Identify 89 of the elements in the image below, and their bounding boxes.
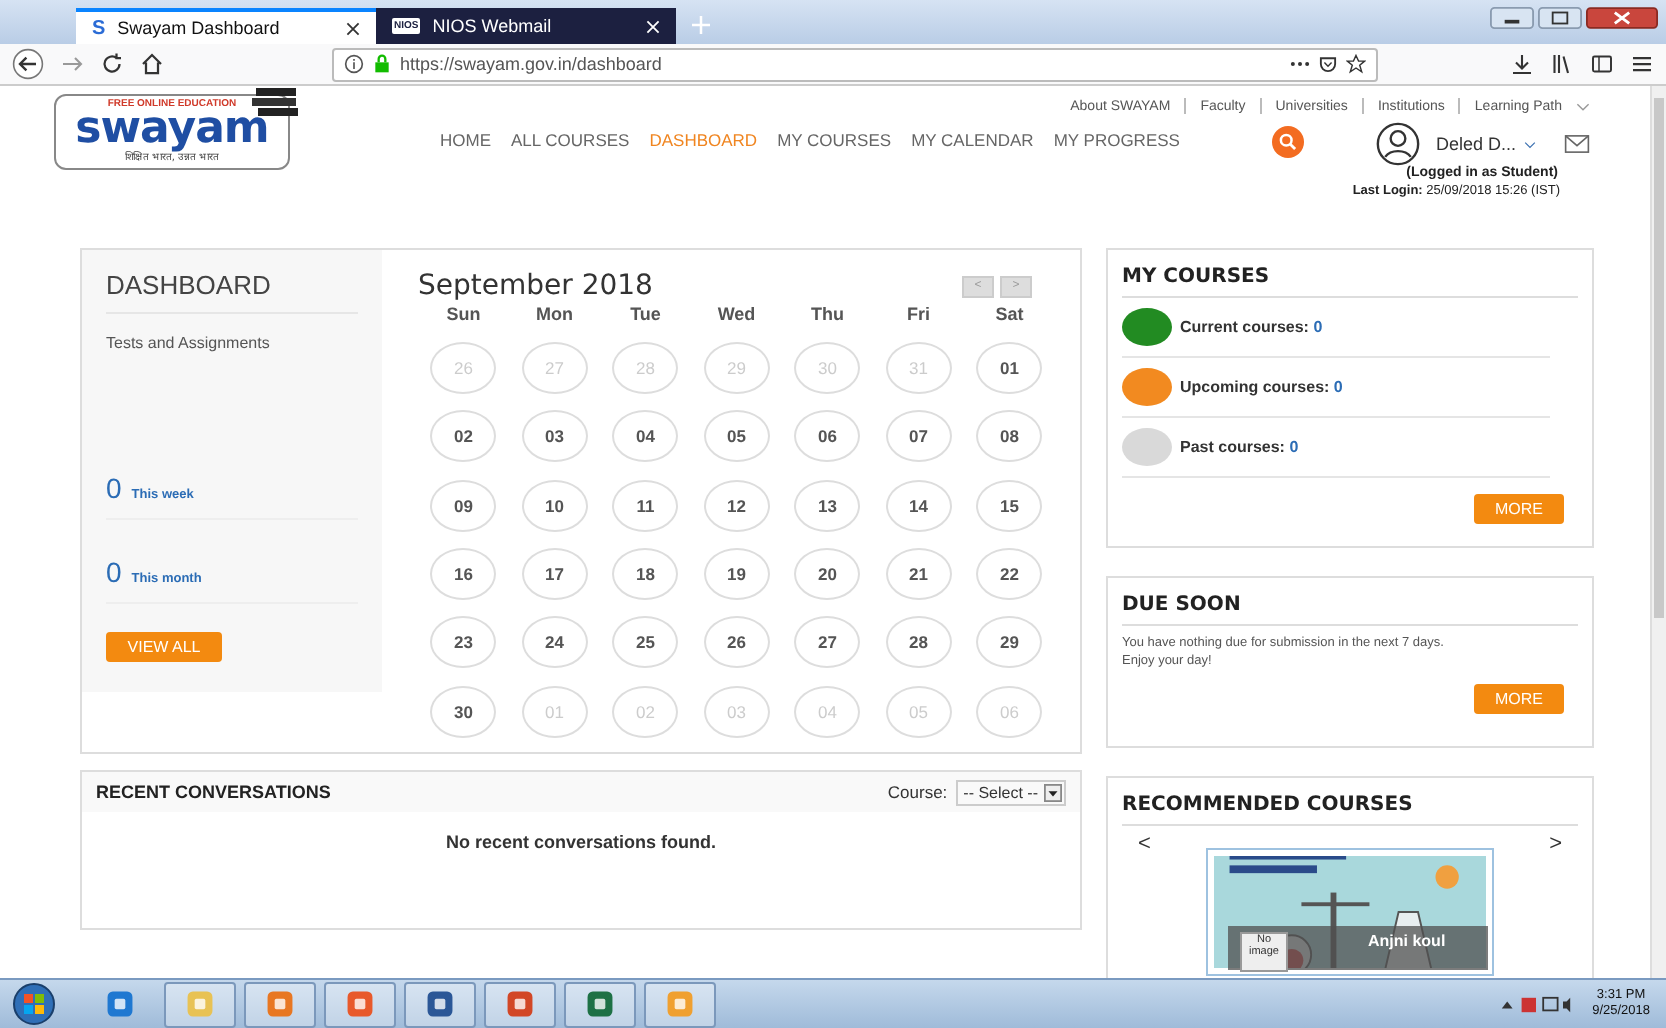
calendar-day[interactable]: 12 [703,479,770,532]
weekday-label: Sun [444,304,483,328]
home-icon[interactable] [140,52,164,76]
pocket-icon[interactable] [1318,54,1338,74]
calendar-day[interactable]: 02 [430,410,497,463]
site-icon: S [92,17,106,39]
scrollbar[interactable] [1650,86,1666,978]
sidebar-icon[interactable] [1590,52,1614,76]
calendar-day[interactable]: 11 [612,479,679,532]
calendar-day[interactable]: 08 [976,410,1043,463]
weekday-label: Tue [628,304,663,328]
library-icon[interactable] [1550,52,1574,76]
user-menu[interactable]: Deled D... [1435,134,1516,154]
star-icon[interactable] [1346,54,1366,74]
course-count: Past courses: 0 [1180,438,1299,456]
empty-message: No recent conversations found. [443,832,719,852]
info-icon[interactable] [344,54,364,74]
calendar-day[interactable]: 10 [521,479,588,532]
nav-link[interactable]: HOME [440,130,491,150]
minimize-icon[interactable] [1490,6,1534,30]
calendar-day[interactable]: 01 [976,342,1043,395]
calendar-day[interactable]: 25 [612,616,679,669]
forward-icon[interactable] [60,52,84,76]
lock-icon [372,54,392,74]
calendar-day[interactable]: 18 [612,548,679,601]
nav-link[interactable]: MY CALENDAR [911,130,1034,150]
calendar-day[interactable]: 27 [794,616,861,669]
panel-title: RECENT CONVERSATIONS [96,782,331,802]
calendar-day[interactable]: 17 [521,548,588,601]
course-count: Current courses: 0 [1180,318,1323,336]
calendar-day[interactable]: 09 [430,479,497,532]
course-count: Upcoming courses: 0 [1180,378,1343,396]
mail-icon[interactable] [1564,134,1590,154]
calendar-day[interactable]: 20 [794,548,861,601]
reload-icon[interactable] [100,52,124,76]
calendar-day[interactable]: 16 [430,548,497,601]
close-icon[interactable] [346,21,360,35]
calendar-day[interactable]: 23 [430,616,497,669]
panel-title: RECOMMENDED COURSES [1122,794,1578,826]
calendar-day[interactable]: 21 [885,548,952,601]
search-icon[interactable] [1271,126,1304,158]
address-bar[interactable]: https://swayam.gov.in/dashboard [332,47,1378,81]
course-select[interactable]: -- Select -- [955,779,1066,805]
tray-icons[interactable] [1500,995,1573,1013]
weekday-label: Mon [534,304,575,328]
weekday-label: Wed [715,304,758,328]
calendar-day[interactable]: 04 [612,410,679,463]
dashboard-title: DASHBOARD [106,270,358,314]
user-avatar-icon[interactable] [1375,122,1420,166]
calendar-day[interactable]: 22 [976,548,1043,601]
calendar-day[interactable]: 24 [521,616,588,669]
month-title: September 2018 [418,270,653,302]
calendar-day[interactable]: 13 [794,479,861,532]
panel-title: MY COURSES [1122,266,1578,298]
weekday-label: Thu [809,304,846,328]
course-label: Course: [887,782,948,802]
previous-button[interactable]: < [1138,832,1151,856]
nav-link[interactable]: ALL COURSES [511,130,630,150]
calendar-day[interactable]: 28 [885,616,952,669]
panel-title: DUE SOON [1122,594,1578,626]
start-button-icon[interactable] [12,982,56,1026]
calendar-day[interactable]: 15 [976,479,1043,532]
stat-count: 0 [106,556,122,588]
next-button[interactable]: > [1549,832,1562,856]
books-icon [252,86,300,118]
calendar-day[interactable]: 06 [794,410,861,463]
calendar-day[interactable]: 19 [703,548,770,601]
nav-link[interactable]: MY PROGRESS [1053,130,1180,150]
calendar-day[interactable]: 30 [430,685,497,738]
maximize-icon[interactable] [1538,6,1582,30]
caret-icon[interactable] [1524,139,1536,149]
calendar-day[interactable]: 03 [521,410,588,463]
instructor-name: Anjni koul [1368,932,1446,950]
browser-tab[interactable]: S Swayam Dashboard [76,8,376,44]
section-label: Tests and Assignments [106,334,272,352]
calendar-day[interactable]: 05 [703,410,770,463]
stat-count: 0 [106,472,122,504]
download-icon[interactable] [1510,52,1534,76]
calendar-day[interactable]: 29 [976,616,1043,669]
nav-link[interactable]: MY COURSES [777,130,892,150]
calendar-day[interactable]: 07 [885,410,952,463]
calendar-day[interactable]: 14 [885,479,952,532]
weekday-label: Fri [904,304,932,328]
chevron-down-icon[interactable] [1576,101,1590,111]
menu-icon[interactable] [1630,52,1654,76]
back-icon[interactable] [12,48,44,80]
close-icon[interactable] [1586,6,1658,30]
weekday-label: Sat [993,304,1026,328]
calendar-day[interactable]: 26 [703,616,770,669]
